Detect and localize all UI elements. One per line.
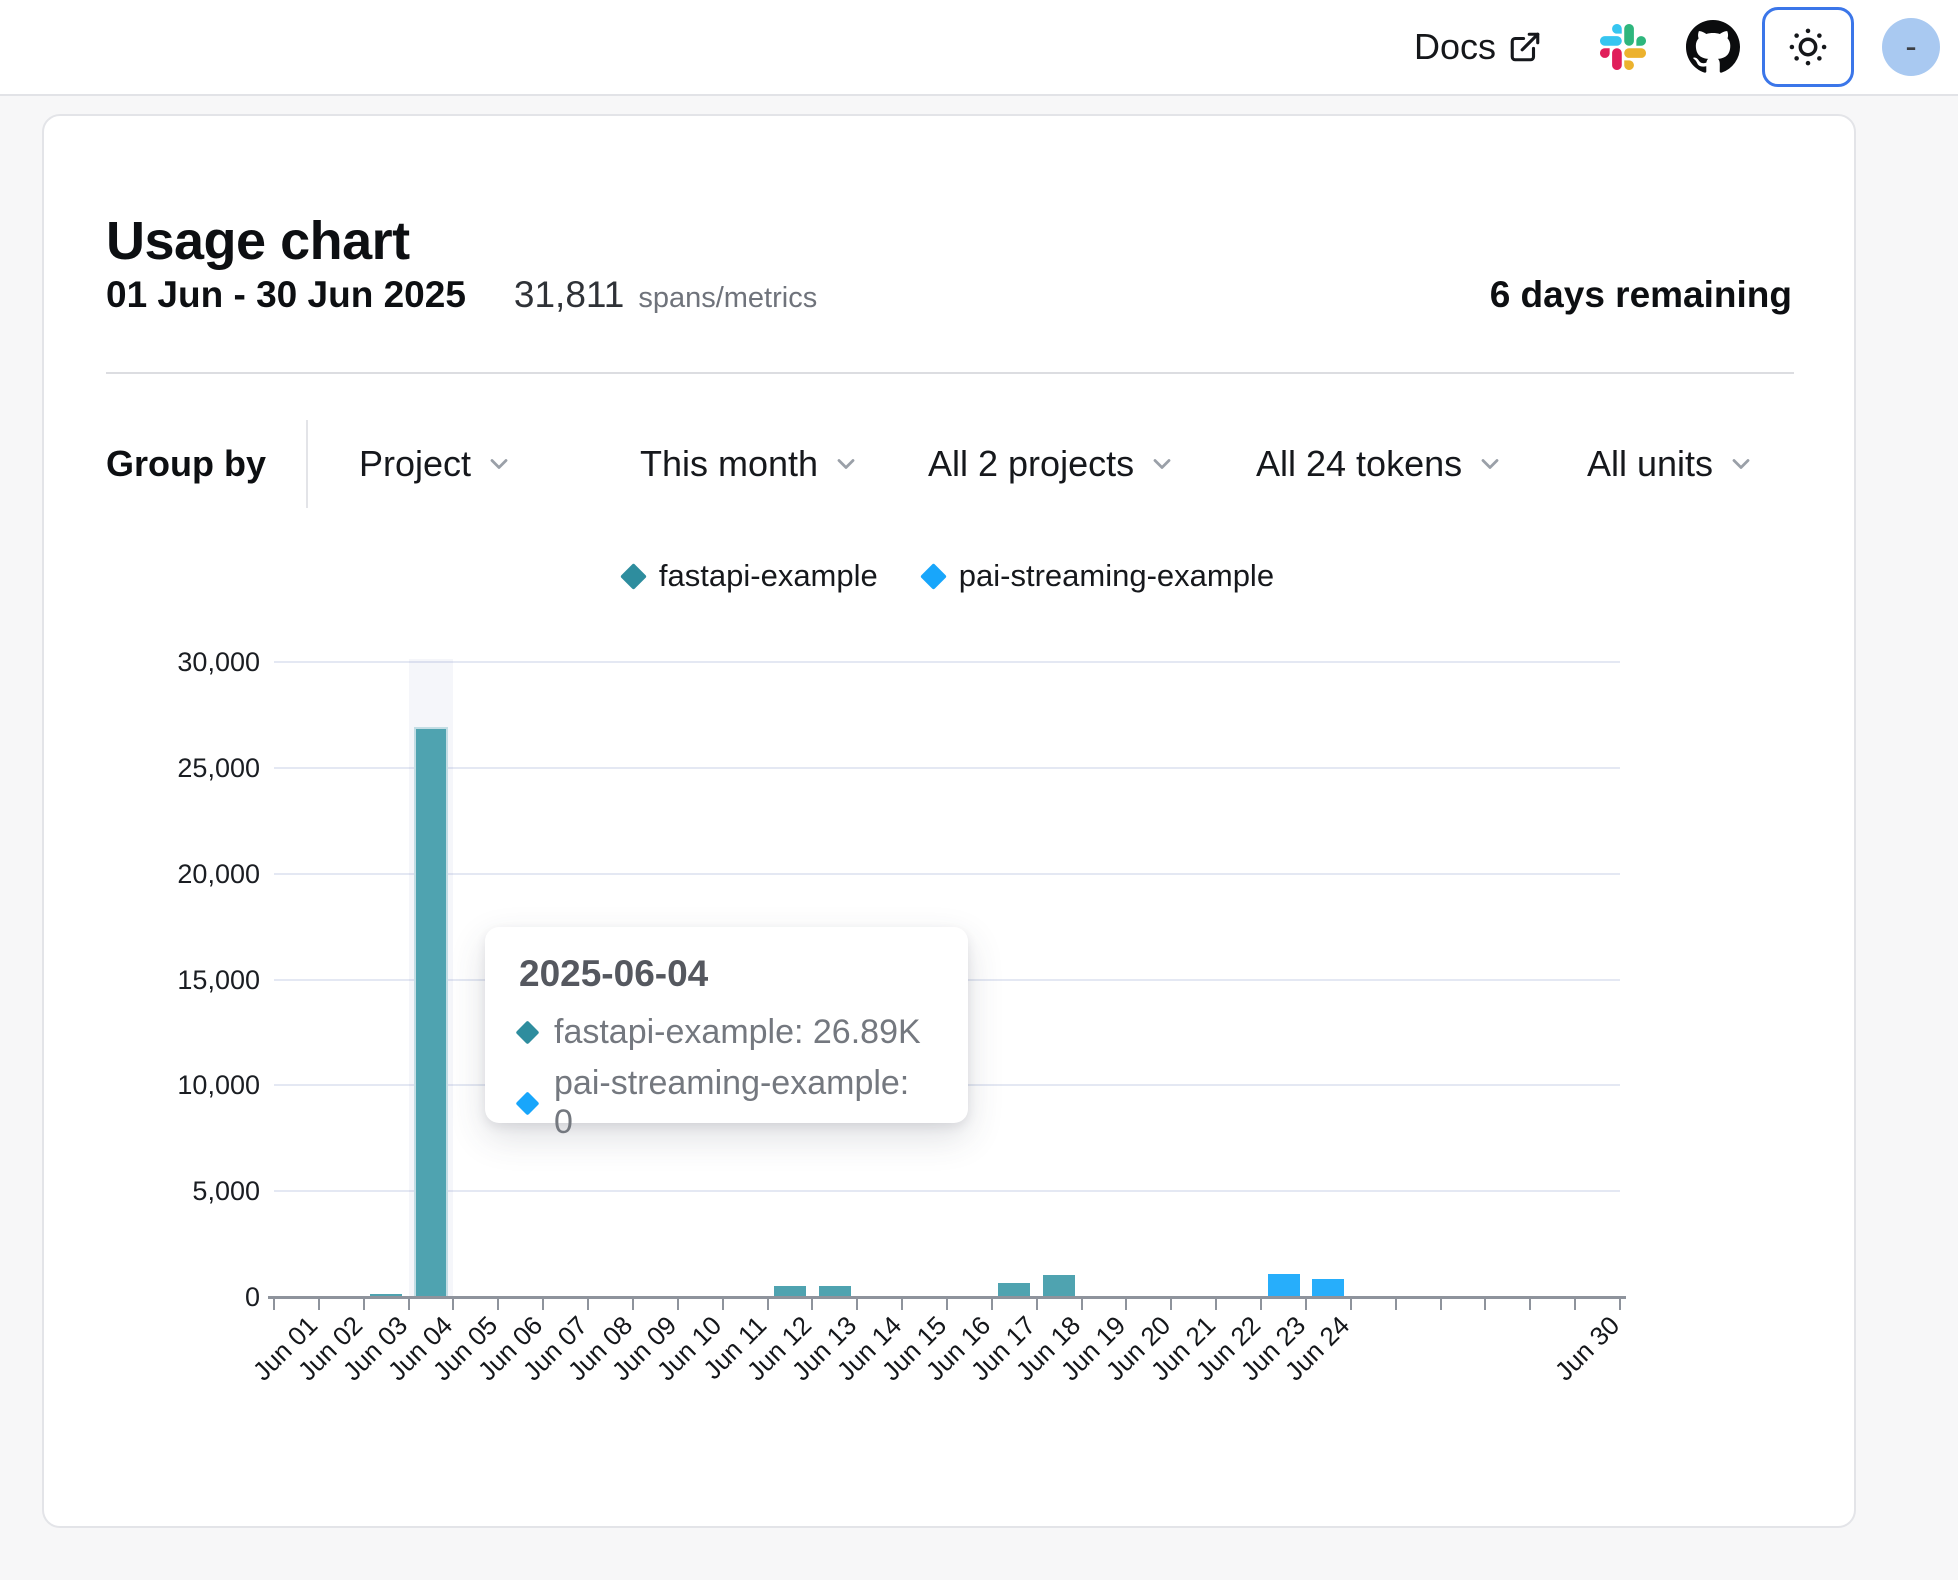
docs-link-label: Docs bbox=[1414, 26, 1496, 68]
y-axis-label: 15,000 bbox=[44, 965, 260, 996]
x-axis-tick bbox=[1440, 1299, 1442, 1310]
sun-icon bbox=[1787, 26, 1829, 68]
x-axis-tick bbox=[1350, 1299, 1352, 1310]
y-gridline bbox=[274, 873, 1620, 875]
slack-icon bbox=[1600, 24, 1646, 70]
x-axis-tick bbox=[901, 1299, 903, 1310]
x-axis-tick bbox=[273, 1299, 275, 1310]
y-axis-label: 10,000 bbox=[44, 1070, 260, 1101]
top-bar: Docs bbox=[0, 0, 1958, 96]
x-axis-tick bbox=[722, 1299, 724, 1310]
github-icon bbox=[1686, 20, 1740, 74]
external-link-icon bbox=[1508, 30, 1542, 64]
x-axis-tick bbox=[767, 1299, 769, 1310]
x-axis-tick bbox=[1529, 1299, 1531, 1310]
chart-tooltip: 2025-06-04 fastapi-example: 26.89Kpai-st… bbox=[485, 927, 968, 1123]
x-axis-tick bbox=[363, 1299, 365, 1310]
chart-bar-Jun-23-pai-streaming-example[interactable] bbox=[1268, 1274, 1300, 1297]
usage-card: Usage chart 01 Jun - 30 Jun 2025 31,811 … bbox=[42, 114, 1856, 1528]
y-gridline bbox=[274, 767, 1620, 769]
x-axis-tick bbox=[542, 1299, 544, 1310]
y-gridline bbox=[274, 661, 1620, 663]
docs-link[interactable]: Docs bbox=[1414, 26, 1542, 68]
x-axis-tick bbox=[946, 1299, 948, 1310]
tooltip-date: 2025-06-04 bbox=[519, 953, 934, 995]
x-axis-tick bbox=[1395, 1299, 1397, 1310]
y-axis-label: 5,000 bbox=[44, 1176, 260, 1207]
y-axis-label: 20,000 bbox=[44, 859, 260, 890]
tooltip-row-text: pai-streaming-example: 0 bbox=[554, 1064, 934, 1142]
chart-bar-Jun-17-fastapi-example[interactable] bbox=[998, 1283, 1030, 1297]
y-axis-label: 30,000 bbox=[44, 647, 260, 678]
x-axis-tick bbox=[318, 1299, 320, 1310]
x-axis-tick bbox=[1125, 1299, 1127, 1310]
x-axis-tick bbox=[1484, 1299, 1486, 1310]
chart-bar-Jun-24-pai-streaming-example[interactable] bbox=[1312, 1279, 1344, 1297]
chart-bar-Jun-18-fastapi-example[interactable] bbox=[1043, 1275, 1075, 1297]
theme-toggle-button[interactable] bbox=[1762, 7, 1854, 87]
x-axis-tick bbox=[452, 1299, 454, 1310]
avatar-text: - bbox=[1905, 28, 1916, 67]
tooltip-rows: fastapi-example: 26.89K pai-streaming-exa… bbox=[519, 1013, 934, 1142]
x-axis-tick bbox=[1081, 1299, 1083, 1310]
x-axis-tick bbox=[811, 1299, 813, 1310]
x-axis-tick bbox=[587, 1299, 589, 1310]
x-axis-tick bbox=[1170, 1299, 1172, 1310]
y-axis-label: 0 bbox=[44, 1282, 260, 1313]
x-axis-tick bbox=[632, 1299, 634, 1310]
x-axis-tick bbox=[677, 1299, 679, 1310]
github-button[interactable] bbox=[1686, 20, 1740, 74]
usage-bar-chart: 0 5,000 10,000 15,000 20,000 25,000 30,000 Jun … bbox=[44, 116, 1854, 1526]
tooltip-row-text: fastapi-example: 26.89K bbox=[554, 1013, 921, 1052]
tooltip-row-fastapi-example: fastapi-example: 26.89K bbox=[519, 1013, 934, 1052]
slack-button[interactable] bbox=[1600, 24, 1646, 70]
x-axis-tick bbox=[1619, 1299, 1621, 1310]
y-axis-label: 25,000 bbox=[44, 753, 260, 784]
x-axis-tick bbox=[1574, 1299, 1576, 1310]
x-axis-tick bbox=[856, 1299, 858, 1310]
chart-bar-Jun-04-fastapi-example[interactable] bbox=[415, 728, 447, 1297]
tooltip-diamond-icon bbox=[515, 1091, 539, 1115]
tooltip-row-pai-streaming-example: pai-streaming-example: 0 bbox=[519, 1064, 934, 1142]
x-axis-tick bbox=[991, 1299, 993, 1310]
tooltip-diamond-icon bbox=[515, 1020, 539, 1044]
x-axis-label: Jun 30 bbox=[1548, 1310, 1625, 1387]
x-axis-tick bbox=[1305, 1299, 1307, 1310]
user-avatar[interactable]: - bbox=[1882, 18, 1940, 76]
x-axis-tick bbox=[1215, 1299, 1217, 1310]
x-axis-tick bbox=[1036, 1299, 1038, 1310]
x-axis-tick bbox=[1260, 1299, 1262, 1310]
x-axis-tick bbox=[408, 1299, 410, 1310]
y-gridline bbox=[274, 1190, 1620, 1192]
x-axis-tick bbox=[497, 1299, 499, 1310]
